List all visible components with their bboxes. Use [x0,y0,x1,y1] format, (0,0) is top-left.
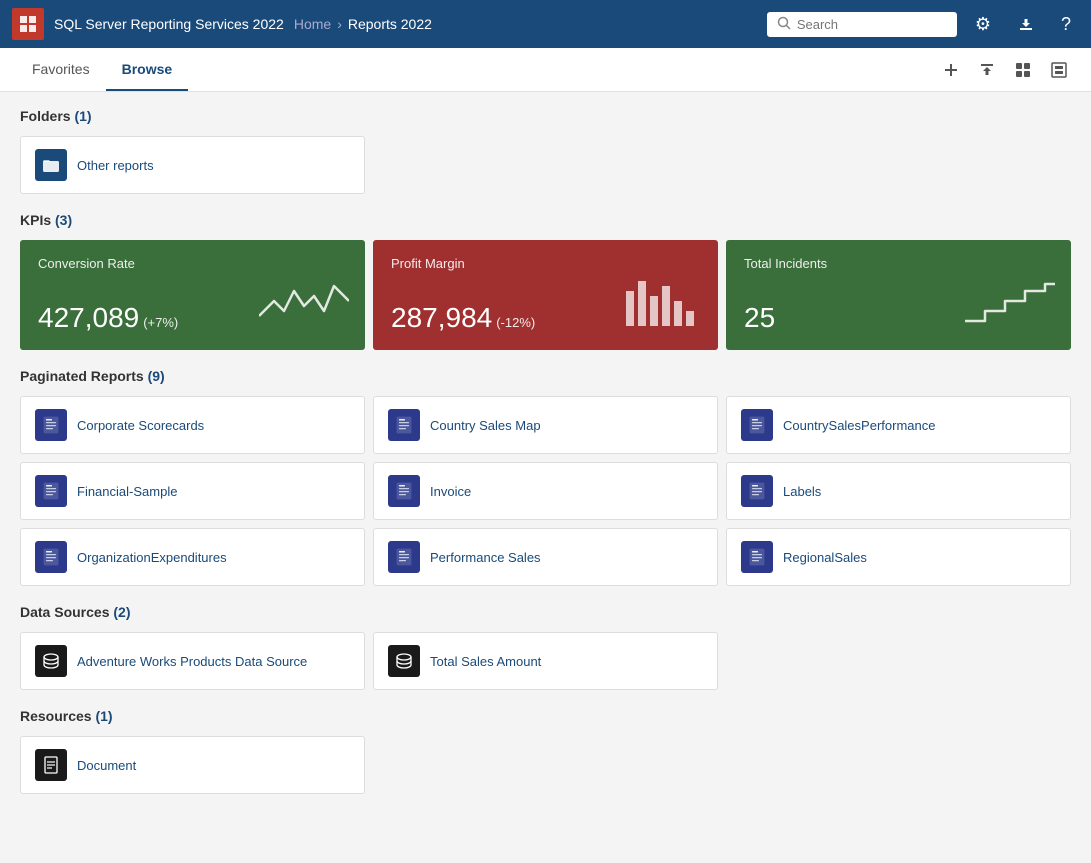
settings-button[interactable]: ⚙ [967,10,999,39]
app-header: SQL Server Reporting Services 2022 Home … [0,0,1091,48]
folders-count: (1) [74,108,91,124]
report-item-1[interactable]: Country Sales Map [373,396,718,454]
grid-view-button[interactable] [1007,54,1039,86]
report-icon [741,409,773,441]
datasource-item-1[interactable]: Total Sales Amount [373,632,718,690]
resource-icon [35,749,67,781]
report-item-label: Invoice [430,484,471,499]
folder-item-other-reports[interactable]: Other reports [20,136,365,194]
report-item-label: Labels [783,484,821,499]
toolbar-icons [935,54,1075,86]
report-item-6[interactable]: OrganizationExpenditures [20,528,365,586]
resources-section-header: Resources (1) [20,708,1071,724]
kpi-conversion-rate-title: Conversion Rate [38,256,347,271]
report-icon [35,475,67,507]
datasource-icon [388,645,420,677]
folders-label: Folders [20,108,71,124]
search-input[interactable] [797,17,947,32]
datasource-icon [35,645,67,677]
resource-item-0[interactable]: Document [20,736,365,794]
paginated-label: Paginated Reports [20,368,144,384]
kpi-profit-margin-value: 287,984 [391,302,492,334]
report-item-label: CountrySalesPerformance [783,418,935,433]
kpi-total-incidents-chart [965,276,1055,334]
report-item-label: OrganizationExpenditures [77,550,227,565]
report-item-5[interactable]: Labels [726,462,1071,520]
report-icon [741,541,773,573]
breadcrumb-separator: › [337,16,342,32]
kpi-conversion-rate[interactable]: Conversion Rate 427,089 (+7%) [20,240,365,350]
tab-favorites[interactable]: Favorites [16,49,106,91]
kpi-conversion-rate-value: 427,089 [38,302,139,334]
resource-item-label: Document [77,758,136,773]
search-box[interactable] [767,12,957,37]
resources-count: (1) [95,708,112,724]
help-button[interactable]: ? [1053,10,1079,39]
paginated-section-header: Paginated Reports (9) [20,368,1071,384]
datasources-grid: Adventure Works Products Data Source Tot… [20,632,1071,690]
breadcrumb-home[interactable]: Home [294,16,331,32]
report-item-7[interactable]: Performance Sales [373,528,718,586]
report-icon [741,475,773,507]
report-item-8[interactable]: RegionalSales [726,528,1071,586]
folder-item-label: Other reports [77,158,154,173]
upload-button[interactable] [971,54,1003,86]
datasource-item-label: Adventure Works Products Data Source [77,654,307,669]
report-item-3[interactable]: Financial-Sample [20,462,365,520]
app-title: SQL Server Reporting Services 2022 [54,16,284,32]
report-item-label: Financial-Sample [77,484,177,499]
kpis-section-header: KPIs (3) [20,212,1071,228]
kpi-conversion-rate-chart [259,276,349,334]
datasource-item-label: Total Sales Amount [430,654,541,669]
kpi-profit-margin-chart [622,276,702,334]
report-item-label: RegionalSales [783,550,867,565]
report-icon [388,409,420,441]
kpis-count: (3) [55,212,72,228]
main-content: Folders (1) Other reports KPIs (3) Conve… [0,92,1091,863]
tile-view-button[interactable] [1043,54,1075,86]
report-icon [35,409,67,441]
folders-section-header: Folders (1) [20,108,1071,124]
report-item-label: Country Sales Map [430,418,541,433]
report-item-4[interactable]: Invoice [373,462,718,520]
report-item-label: Corporate Scorecards [77,418,204,433]
kpi-profit-margin-change: (-12%) [496,315,535,330]
resources-grid: Document [20,736,1071,794]
kpis-grid: Conversion Rate 427,089 (+7%) Profit Mar… [20,240,1071,350]
tab-browse[interactable]: Browse [106,49,189,91]
report-item-label: Performance Sales [430,550,541,565]
search-icon [777,16,791,33]
kpi-total-incidents-value: 25 [744,302,775,334]
kpi-total-incidents[interactable]: Total Incidents 25 [726,240,1071,350]
datasources-count: (2) [113,604,130,620]
report-icon [35,541,67,573]
datasources-section-header: Data Sources (2) [20,604,1071,620]
app-logo [12,8,44,40]
resources-label: Resources [20,708,92,724]
breadcrumb: Home › Reports 2022 [294,16,432,32]
kpi-conversion-rate-change: (+7%) [143,315,178,330]
datasources-label: Data Sources [20,604,109,620]
kpi-profit-margin[interactable]: Profit Margin 287,984 (-12%) [373,240,718,350]
kpi-profit-margin-title: Profit Margin [391,256,700,271]
folders-grid: Other reports [20,136,1071,194]
datasource-item-0[interactable]: Adventure Works Products Data Source [20,632,365,690]
folder-icon [35,149,67,181]
report-icon [388,541,420,573]
kpis-label: KPIs [20,212,51,228]
download-button[interactable] [1009,11,1043,37]
kpi-total-incidents-title: Total Incidents [744,256,1053,271]
report-icon [388,475,420,507]
breadcrumb-current: Reports 2022 [348,16,432,32]
new-button[interactable] [935,54,967,86]
reports-grid: Corporate Scorecards Country Sales Map C… [20,396,1071,586]
report-item-2[interactable]: CountrySalesPerformance [726,396,1071,454]
paginated-count: (9) [148,368,165,384]
tabs-bar: Favorites Browse [0,48,1091,92]
report-item-0[interactable]: Corporate Scorecards [20,396,365,454]
